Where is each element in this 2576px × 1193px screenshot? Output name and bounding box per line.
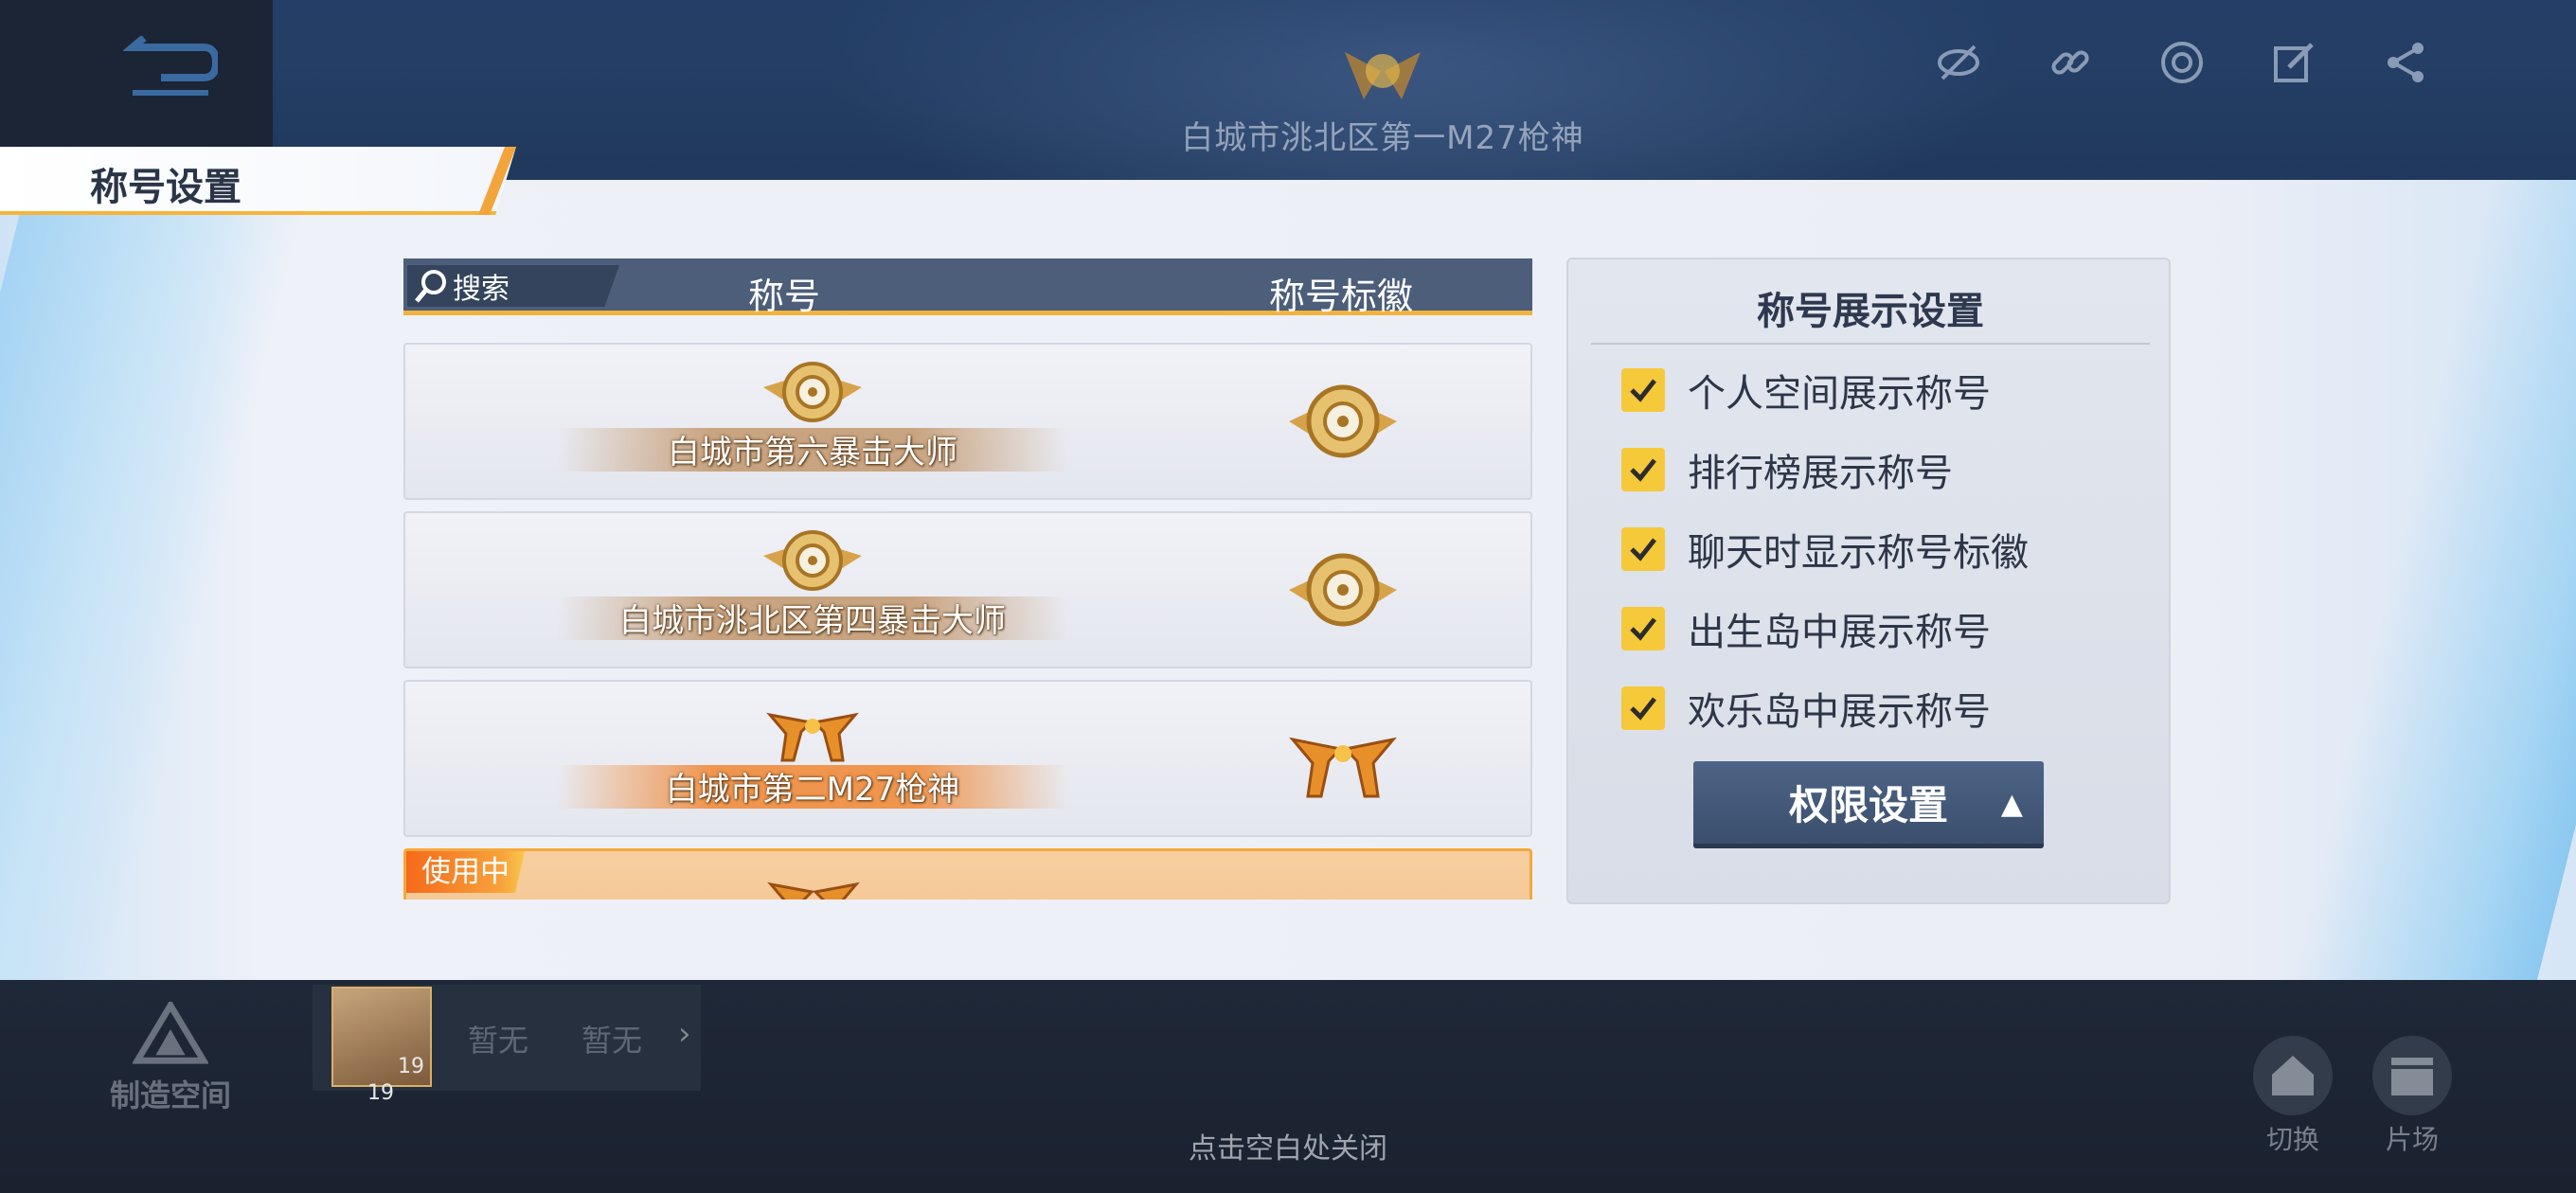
decor-stripe: [2280, 180, 2576, 980]
switch-button[interactable]: 切换: [2250, 1036, 2335, 1157]
checkbox[interactable]: [1621, 686, 1665, 730]
option-leaderboard[interactable]: 排行榜展示称号: [1621, 441, 1953, 498]
home-switch-icon: [2253, 1036, 2333, 1115]
option-spawn-island[interactable]: 出生岛中展示称号: [1621, 600, 1991, 657]
crosshair-emblem-icon: [1281, 534, 1404, 646]
avatar-level: 19: [398, 1055, 424, 1078]
maker-space-icon: [133, 1002, 208, 1064]
option-personal-space[interactable]: 个人空间展示称号: [1621, 362, 1991, 418]
option-label: 个人空间展示称号: [1688, 372, 1991, 416]
triangle-up-icon: ▲: [2000, 788, 2023, 821]
decor-stripe: [0, 180, 315, 980]
in-use-badge: 使用中: [406, 851, 525, 893]
title-row[interactable]: 白城市第六暴击大师: [403, 343, 1532, 500]
chevron-right-icon[interactable]: ›: [678, 1015, 691, 1053]
checkbox[interactable]: [1621, 607, 1665, 650]
current-title-text: 白城市洮北区第一M27枪神: [1181, 119, 1584, 157]
title-list[interactable]: 白城市第六暴击大师 白城市洮北区第四暴击大师 白城市第二M27枪神 使用中: [403, 322, 1532, 899]
swirl-icon[interactable]: [2156, 36, 2209, 89]
crosshair-emblem-icon: [1281, 365, 1404, 477]
title-row[interactable]: 白城市第二M27枪神: [403, 680, 1532, 837]
twin-guns-emblem-icon: [1282, 872, 1405, 899]
edit-icon[interactable]: [2267, 36, 2320, 89]
option-chat-emblem[interactable]: 聊天时显示称号标徽: [1621, 521, 2029, 578]
checkbox[interactable]: [1621, 448, 1665, 491]
option-label: 出生岛中展示称号: [1688, 611, 1991, 654]
back-arrow-icon: [123, 36, 218, 96]
permission-settings-button[interactable]: 权限设置 ▲: [1693, 761, 2044, 848]
title-name-plate: 白城市洮北区第四暴击大师: [557, 589, 1068, 646]
search-label: 搜索: [453, 273, 510, 306]
title-name: 白城市第六暴击大师: [668, 433, 957, 472]
title-name: 白城市第二M27枪神: [665, 770, 960, 809]
check-icon: [1630, 538, 1656, 561]
search-icon: [411, 265, 453, 307]
display-settings-card: 称号展示设置 个人空间展示称号 排行榜展示称号 聊天时显示称号标徽 出生岛中展示…: [1566, 258, 2171, 904]
column-title: 称号: [748, 276, 821, 317]
check-icon: [1630, 458, 1656, 482]
maker-space-button[interactable]: 制造空间: [95, 1002, 246, 1115]
maker-space-label: 制造空间: [109, 1077, 231, 1113]
permission-label: 权限设置: [1788, 782, 1948, 828]
title-name-plate: 白城市第二M27枪神: [557, 757, 1068, 814]
divider: [1591, 343, 2150, 345]
check-icon: [1630, 379, 1656, 402]
empty-slot-label: 暂无: [468, 1023, 529, 1059]
switch-label: 切换: [2265, 1124, 2319, 1155]
studio-button[interactable]: 片场: [2370, 1036, 2455, 1157]
twin-guns-badge-icon: [752, 853, 875, 899]
check-icon: [1630, 617, 1656, 641]
checkbox[interactable]: [1621, 527, 1665, 571]
column-emblem: 称号标徽: [1269, 276, 1414, 317]
title-row-active[interactable]: 使用中: [403, 848, 1532, 899]
title-row[interactable]: 白城市洮北区第四暴击大师: [403, 511, 1532, 668]
studio-label: 片场: [2385, 1124, 2439, 1155]
settings-title: 称号展示设置: [1757, 290, 1984, 333]
title-name: 白城市洮北区第四暴击大师: [619, 601, 1006, 640]
back-button[interactable]: [114, 27, 227, 112]
share-icon[interactable]: [2379, 36, 2432, 89]
option-fun-island[interactable]: 欢乐岛中展示称号: [1621, 680, 1991, 737]
avatar-rank: 19: [367, 1081, 394, 1105]
panel-title: 称号设置: [90, 166, 242, 209]
title-name-plate: 白城市第六暴击大师: [557, 420, 1068, 477]
option-label: 排行榜展示称号: [1688, 452, 1953, 495]
close-hint[interactable]: 点击空白处关闭: [0, 1125, 2576, 1166]
clapperboard-icon: [2372, 1036, 2452, 1115]
check-icon: [1630, 697, 1656, 721]
empty-slot-label: 暂无: [581, 1023, 643, 1059]
panel-tab: [0, 147, 516, 215]
link-icon[interactable]: [2044, 36, 2097, 89]
search-box[interactable]: 搜索: [407, 265, 619, 307]
option-label: 聊天时显示称号标徽: [1688, 531, 2029, 575]
checkbox[interactable]: [1621, 368, 1665, 412]
current-title-badge-icon: [1316, 28, 1449, 123]
top-icon-bar: [1932, 36, 2432, 89]
option-label: 欢乐岛中展示称号: [1688, 690, 1991, 734]
eye-off-icon[interactable]: [1932, 36, 1985, 89]
twin-guns-emblem-icon: [1281, 703, 1404, 814]
